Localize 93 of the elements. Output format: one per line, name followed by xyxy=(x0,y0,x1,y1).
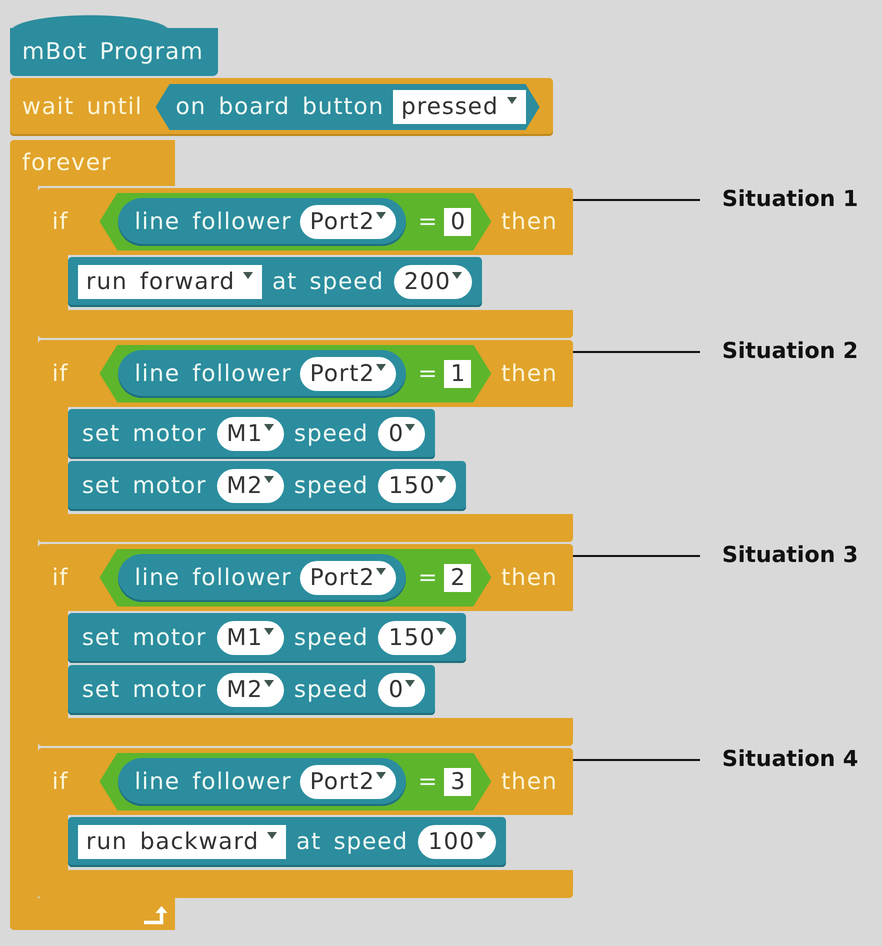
operator-label: = xyxy=(418,208,438,236)
caret-icon xyxy=(452,272,462,279)
if-block[interactable]: if line follower Port2 = 3 then run backward at speed 100 xyxy=(38,748,573,898)
run-block[interactable]: run backward at speed 100 xyxy=(68,817,506,867)
motor-block[interactable]: set motor M1 speed 0 xyxy=(68,409,436,459)
block-label: at speed xyxy=(272,268,384,296)
block-label: then xyxy=(501,208,558,236)
block-label: set motor xyxy=(82,472,206,500)
if-block[interactable]: if line follower Port2 = 0 then run forward at speed 200 xyxy=(38,188,573,338)
loop-arrow-icon xyxy=(144,906,169,924)
block-label: speed xyxy=(294,420,368,448)
caret-icon xyxy=(506,97,517,104)
port-dropdown[interactable]: Port2 xyxy=(300,356,396,390)
block-label: if xyxy=(52,564,68,592)
block-label: if xyxy=(52,208,68,236)
number-input[interactable]: 3 xyxy=(444,768,472,796)
caret-icon xyxy=(267,832,278,839)
comparison-block[interactable]: line follower Port2 = 0 xyxy=(100,192,492,250)
caret-icon xyxy=(264,680,274,687)
number-input[interactable]: 0 xyxy=(444,208,472,236)
operator-label: = xyxy=(418,360,438,388)
operator-label: = xyxy=(418,564,438,592)
block-label: speed xyxy=(294,472,368,500)
motor-dropdown[interactable]: M1 xyxy=(216,417,284,451)
speed-dropdown[interactable]: 200 xyxy=(394,265,472,299)
block-label: if xyxy=(52,360,68,388)
speed-dropdown[interactable]: 100 xyxy=(418,825,496,859)
block-label: line follower xyxy=(134,564,292,592)
annotation-label: Situation 1 xyxy=(722,188,858,212)
block-label: if xyxy=(52,768,68,796)
direction-dropdown[interactable]: run forward xyxy=(78,265,262,299)
caret-icon xyxy=(476,832,486,839)
caret-icon xyxy=(436,476,446,483)
motor-dropdown[interactable]: M1 xyxy=(216,621,284,655)
speed-dropdown[interactable]: 0 xyxy=(378,417,426,451)
reporter-block[interactable]: line follower Port2 xyxy=(118,758,406,806)
speed-dropdown[interactable]: 150 xyxy=(378,621,456,655)
block-label: wait until xyxy=(22,93,143,121)
block-label: at speed xyxy=(296,828,408,856)
port-dropdown[interactable]: Port2 xyxy=(300,204,396,238)
caret-icon xyxy=(264,424,274,431)
caret-icon xyxy=(264,628,274,635)
annotation-label: Situation 3 xyxy=(722,544,858,568)
block-label: speed xyxy=(294,676,368,704)
number-input[interactable]: 1 xyxy=(444,360,472,388)
run-block[interactable]: run forward at speed 200 xyxy=(68,257,482,307)
hat-block[interactable]: mBot Program xyxy=(10,15,218,76)
caret-icon xyxy=(436,628,446,635)
caret-icon xyxy=(376,568,386,574)
block-label: then xyxy=(501,360,558,388)
reporter-block[interactable]: line follower Port2 xyxy=(118,350,406,398)
port-dropdown[interactable]: Port2 xyxy=(300,560,396,594)
reporter-block[interactable]: line follower Port2 xyxy=(118,554,406,602)
block-label: forever xyxy=(22,149,112,177)
comparison-block[interactable]: line follower Port2 = 2 xyxy=(100,548,492,606)
motor-block[interactable]: set motor M1 speed 150 xyxy=(68,613,466,663)
block-label: set motor xyxy=(82,420,206,448)
if-block[interactable]: if line follower Port2 = 1 then set motor M1 speed 0 set motor M2 speed 150 xyxy=(38,340,573,542)
comparison-block[interactable]: line follower Port2 = 1 xyxy=(100,344,492,402)
port-dropdown[interactable]: Port2 xyxy=(300,764,396,798)
motor-block[interactable]: set motor M2 speed 150 xyxy=(68,461,466,511)
number-input[interactable]: 2 xyxy=(444,564,472,592)
direction-dropdown[interactable]: run backward xyxy=(78,825,286,859)
caret-icon xyxy=(243,272,254,279)
motor-dropdown[interactable]: M2 xyxy=(216,673,284,707)
comparison-block[interactable]: line follower Port2 = 3 xyxy=(100,752,492,810)
caret-icon xyxy=(376,364,386,370)
caret-icon xyxy=(405,424,416,431)
block-label: then xyxy=(501,564,558,592)
block-label: on board button xyxy=(176,93,384,121)
block-label: line follower xyxy=(134,768,292,796)
caret-icon xyxy=(264,476,274,483)
reporter-block[interactable]: line follower Port2 xyxy=(118,198,406,246)
wait-block[interactable]: wait until on board button pressed xyxy=(10,78,553,136)
speed-dropdown[interactable]: 150 xyxy=(378,469,456,503)
caret-icon xyxy=(376,212,386,218)
block-label: set motor xyxy=(82,676,206,704)
block-label: then xyxy=(501,768,558,796)
block-label: speed xyxy=(294,624,368,652)
block-label: set motor xyxy=(82,624,206,652)
block-label: line follower xyxy=(134,208,292,236)
block-label: line follower xyxy=(134,360,292,388)
speed-dropdown[interactable]: 0 xyxy=(378,673,426,707)
operator-label: = xyxy=(418,768,438,796)
motor-block[interactable]: set motor M2 speed 0 xyxy=(68,665,436,715)
caret-icon xyxy=(405,680,416,687)
caret-icon xyxy=(376,772,386,778)
boolean-block[interactable]: on board button pressed xyxy=(156,84,540,130)
option-dropdown[interactable]: pressed xyxy=(393,90,526,124)
annotation-label: Situation 4 xyxy=(722,748,858,772)
annotation-label: Situation 2 xyxy=(722,340,858,364)
motor-dropdown[interactable]: M2 xyxy=(216,469,284,503)
if-block[interactable]: if line follower Port2 = 2 then set motor M1 speed 150 set motor M2 speed 0 xyxy=(38,544,573,746)
